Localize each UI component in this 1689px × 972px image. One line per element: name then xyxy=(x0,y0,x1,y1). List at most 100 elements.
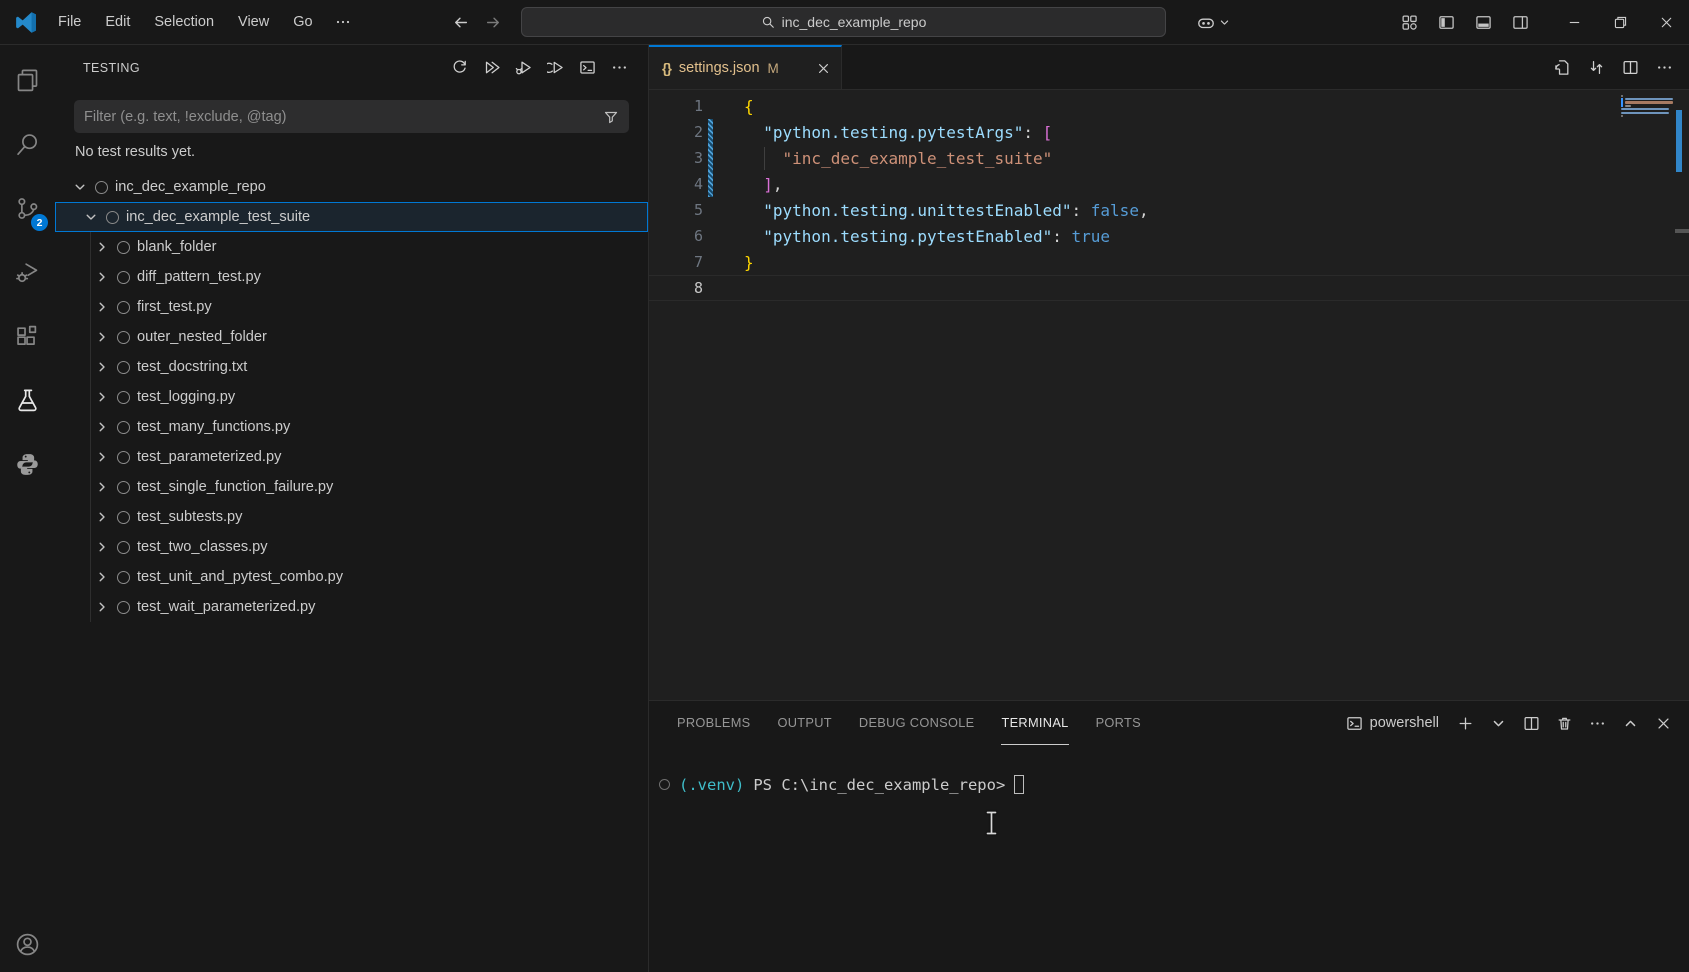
chevron-right-icon[interactable] xyxy=(94,389,110,405)
chevron-right-icon[interactable] xyxy=(94,329,110,345)
chevron-right-icon[interactable] xyxy=(94,269,110,285)
chevron-right-icon[interactable] xyxy=(94,509,110,525)
panel-tab-problems[interactable]: PROBLEMS xyxy=(677,701,751,745)
test-filter-input[interactable] xyxy=(84,109,603,125)
nav-back-icon[interactable] xyxy=(452,14,469,31)
panel-tab-output[interactable]: OUTPUT xyxy=(778,701,832,745)
menu-edit[interactable]: Edit xyxy=(95,10,140,34)
tree-item-test_parameterized.py[interactable]: test_parameterized.py xyxy=(55,442,648,472)
maximize-panel-icon[interactable] xyxy=(1622,715,1639,732)
tree-item-test_logging.py[interactable]: test_logging.py xyxy=(55,382,648,412)
tree-item-inc_dec_example_test_suite[interactable]: inc_dec_example_test_suite xyxy=(55,202,648,232)
menu-more-icon[interactable] xyxy=(327,10,359,34)
split-terminal-icon[interactable] xyxy=(1523,715,1540,732)
close-panel-icon[interactable] xyxy=(1655,715,1672,732)
test-filter-box[interactable] xyxy=(74,100,629,133)
code-line-2[interactable]: 2 "python.testing.pytestArgs": [ xyxy=(649,119,1689,145)
more-actions-icon[interactable] xyxy=(1589,715,1606,732)
nav-forward-icon[interactable] xyxy=(485,14,502,31)
tree-item-blank_folder[interactable]: blank_folder xyxy=(55,232,648,262)
refresh-tests-icon[interactable] xyxy=(451,59,468,76)
maximize-restore-button[interactable] xyxy=(1597,0,1643,45)
launch-profile-icon[interactable] xyxy=(1490,715,1507,732)
tree-item-test_unit_and_pytest_combo.py[interactable]: test_unit_and_pytest_combo.py xyxy=(55,562,648,592)
more-actions-icon[interactable] xyxy=(611,59,628,76)
code-editor[interactable]: 1{2 "python.testing.pytestArgs": [3 "inc… xyxy=(649,90,1689,700)
open-changes-icon[interactable] xyxy=(1554,59,1571,76)
split-editor-icon[interactable] xyxy=(1622,59,1639,76)
more-actions-icon[interactable] xyxy=(1656,59,1673,76)
chevron-down-icon[interactable] xyxy=(83,209,99,225)
test-state-circle-icon xyxy=(117,451,130,464)
panel-tab-ports[interactable]: PORTS xyxy=(1096,701,1141,745)
close-tab-icon[interactable] xyxy=(816,61,831,76)
code-line-5[interactable]: 5 "python.testing.unittestEnabled": fals… xyxy=(649,197,1689,223)
toggle-primary-sidebar-icon[interactable] xyxy=(1438,14,1455,31)
tree-item-outer_nested_folder[interactable]: outer_nested_folder xyxy=(55,322,648,352)
chevron-right-icon[interactable] xyxy=(94,239,110,255)
code-line-7[interactable]: 7} xyxy=(649,249,1689,275)
activity-testing-icon[interactable] xyxy=(0,374,55,426)
activity-explorer-icon[interactable] xyxy=(0,54,55,106)
terminal-view[interactable]: (.venv) PS C:\inc_dec_example_repo> xyxy=(649,745,1689,972)
minimize-button[interactable] xyxy=(1551,0,1597,45)
activity-python-icon[interactable] xyxy=(0,438,55,490)
run-with-coverage-icon[interactable] xyxy=(547,59,564,76)
code-line-1[interactable]: 1{ xyxy=(649,93,1689,119)
tree-item-test_single_function_failure.py[interactable]: test_single_function_failure.py xyxy=(55,472,648,502)
toggle-panel-icon[interactable] xyxy=(1475,14,1492,31)
compare-changes-icon[interactable] xyxy=(1588,59,1605,76)
menu-selection[interactable]: Selection xyxy=(144,10,224,34)
kill-terminal-icon[interactable] xyxy=(1556,715,1573,732)
copilot-menu[interactable] xyxy=(1197,14,1231,32)
menu-view[interactable]: View xyxy=(228,10,279,34)
prompt-text: PS C:\inc_dec_example_repo> xyxy=(753,776,1005,794)
terminal-shell-chip[interactable]: powershell xyxy=(1346,715,1439,732)
activity-run-and-debug-icon[interactable] xyxy=(0,246,55,298)
chevron-down-icon[interactable] xyxy=(72,179,88,195)
toggle-secondary-sidebar-icon[interactable] xyxy=(1512,14,1529,31)
close-window-button[interactable] xyxy=(1643,0,1689,45)
menu-file[interactable]: File xyxy=(48,10,91,34)
tree-item-test_wait_parameterized.py[interactable]: test_wait_parameterized.py xyxy=(55,592,648,622)
customize-layout-icon[interactable] xyxy=(1401,14,1418,31)
code-line-3[interactable]: 3 "inc_dec_example_test_suite" xyxy=(649,145,1689,171)
chevron-right-icon[interactable] xyxy=(94,479,110,495)
debug-tests-icon[interactable] xyxy=(515,59,532,76)
chevron-right-icon[interactable] xyxy=(94,599,110,615)
panel-tab-debug-console[interactable]: DEBUG CONSOLE xyxy=(859,701,975,745)
command-center-search[interactable]: inc_dec_example_repo xyxy=(521,7,1166,37)
tree-item-test_subtests.py[interactable]: test_subtests.py xyxy=(55,502,648,532)
activity-extensions-icon[interactable] xyxy=(0,310,55,362)
tree-item-diff_pattern_test.py[interactable]: diff_pattern_test.py xyxy=(55,262,648,292)
tree-item-test_two_classes.py[interactable]: test_two_classes.py xyxy=(55,532,648,562)
chevron-right-icon[interactable] xyxy=(94,539,110,555)
tree-item-first_test.py[interactable]: first_test.py xyxy=(55,292,648,322)
chevron-right-icon[interactable] xyxy=(94,359,110,375)
filter-icon[interactable] xyxy=(603,109,619,125)
tree-item-inc_dec_example_repo[interactable]: inc_dec_example_repo xyxy=(55,172,648,202)
new-terminal-icon[interactable] xyxy=(1457,715,1474,732)
minimap[interactable] xyxy=(1621,94,1673,121)
show-output-icon[interactable] xyxy=(579,59,596,76)
code-line-6[interactable]: 6 "python.testing.pytestEnabled": true xyxy=(649,223,1689,249)
chevron-right-icon[interactable] xyxy=(94,419,110,435)
tab-settings-json[interactable]: {} settings.json M xyxy=(649,45,842,89)
tree-item-label: test_parameterized.py xyxy=(137,449,281,465)
command-decoration-icon[interactable] xyxy=(659,779,670,790)
tree-item-test_docstring.txt[interactable]: test_docstring.txt xyxy=(55,352,648,382)
activity-source-control-icon[interactable]: 2 xyxy=(0,182,55,234)
menu-go[interactable]: Go xyxy=(283,10,322,34)
activity-search-icon[interactable] xyxy=(0,118,55,170)
activity-account-icon[interactable] xyxy=(0,918,55,970)
tree-item-test_many_functions.py[interactable]: test_many_functions.py xyxy=(55,412,648,442)
chevron-right-icon[interactable] xyxy=(94,299,110,315)
overview-ruler[interactable] xyxy=(1675,90,1689,700)
shell-label: powershell xyxy=(1370,715,1439,731)
chevron-right-icon[interactable] xyxy=(94,449,110,465)
run-tests-icon[interactable] xyxy=(483,59,500,76)
code-line-4[interactable]: 4 ], xyxy=(649,171,1689,197)
code-line-8[interactable]: 8 xyxy=(649,275,1689,301)
panel-tab-terminal[interactable]: TERMINAL xyxy=(1001,701,1068,745)
chevron-right-icon[interactable] xyxy=(94,569,110,585)
